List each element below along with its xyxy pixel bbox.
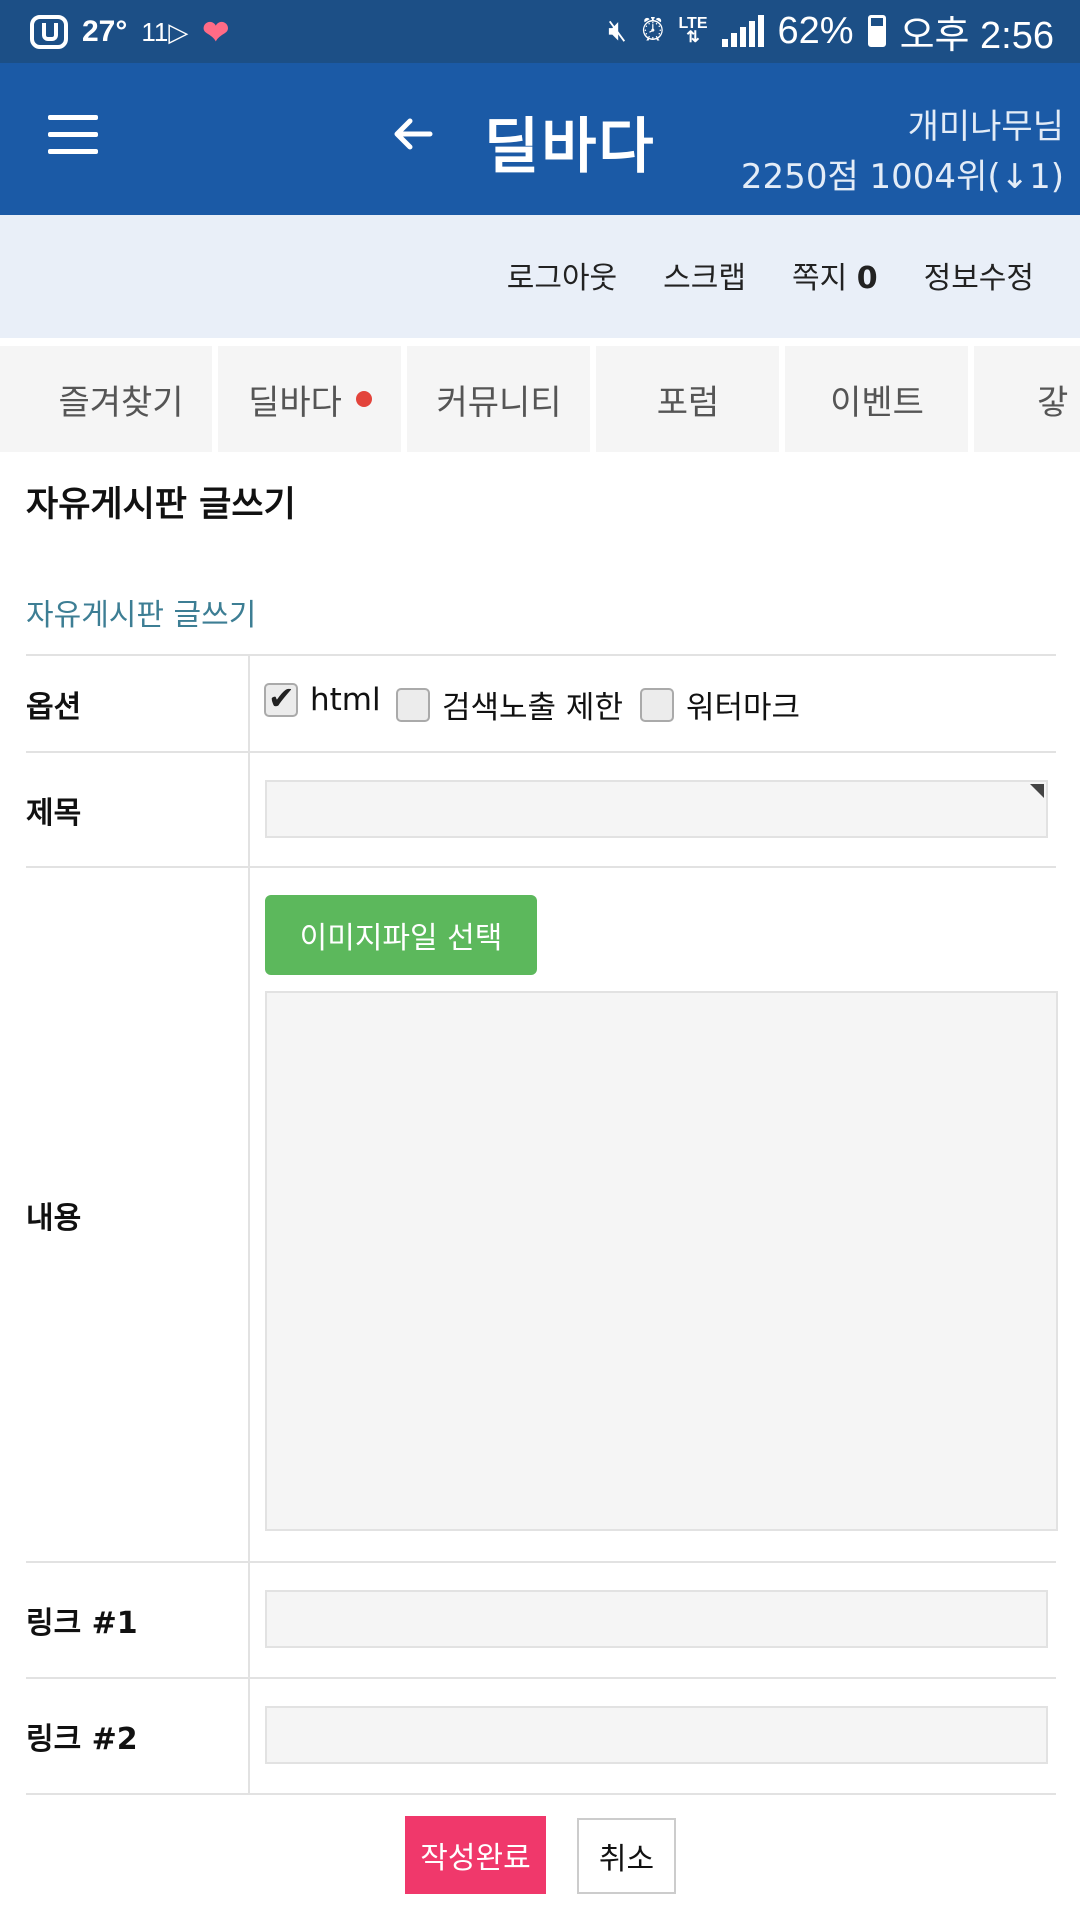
tab-label: 이벤트 <box>830 382 924 423</box>
resize-corner-icon <box>1030 784 1044 798</box>
status-bar: 27° 11▷ ❤ 🔇︎ ⏰︎ LTE ⇅ 62% 오후 2:56 <box>0 0 1080 63</box>
notification-indicator: 11▷ <box>141 16 189 47</box>
carrier-icon <box>30 15 68 49</box>
option-noindex-label: 검색노출 제한 <box>442 690 623 726</box>
new-dot-icon <box>355 391 372 407</box>
tab-favorites[interactable]: 즐겨찾기 <box>30 346 218 452</box>
image-upload-button[interactable]: 이미지파일 선택 <box>265 895 537 975</box>
option-watermark-label: 워터마크 <box>686 690 801 726</box>
link2-label: 링크 #2 <box>26 1679 250 1793</box>
arrow-left-icon[interactable] <box>388 109 438 159</box>
tab-community[interactable]: 커뮤니티 <box>408 346 596 452</box>
tab-label: 딜바다 <box>248 382 342 423</box>
write-form: 옵션 html 검색노출 제한 워터마크 제목 내용 이미지파일 선택 <box>26 654 1058 1795</box>
tab-label: 갛 <box>1037 382 1069 423</box>
link1-label: 링크 #1 <box>26 1563 250 1677</box>
options-label: 옵션 <box>26 656 250 751</box>
page-title: 자유게시판 글쓰기 <box>26 485 296 525</box>
option-html[interactable]: html <box>264 679 381 718</box>
options-row: 옵션 html 검색노출 제한 워터마크 <box>26 656 1056 753</box>
edit-profile-link[interactable]: 정보수정 <box>924 253 1034 297</box>
content-row: 내용 이미지파일 선택 <box>26 868 1058 1563</box>
message-count: 0 <box>856 261 878 296</box>
form-caption: 자유게시판 글쓰기 <box>26 598 257 633</box>
tab-event[interactable]: 이벤트 <box>786 346 974 452</box>
subject-row: 제목 <box>26 753 1056 868</box>
mute-icon: 🔇︎ <box>608 14 628 47</box>
category-tabs: 즐겨찾기 딜바다 커뮤니티 포럼 이벤트 갛 <box>0 346 1080 452</box>
option-html-label: html <box>310 682 381 718</box>
link1-input[interactable] <box>265 1590 1048 1648</box>
subject-input[interactable] <box>265 780 1048 838</box>
status-right: 🔇︎ ⏰︎ LTE ⇅ 62% 오후 2:56 <box>608 8 1054 57</box>
battery-percent: 62% <box>777 9 854 52</box>
message-link[interactable]: 쪽지 0 <box>792 253 878 297</box>
content-textarea[interactable] <box>265 991 1058 1531</box>
tab-forum[interactable]: 포럼 <box>597 346 785 452</box>
status-left: 27° 11▷ ❤ <box>30 10 229 54</box>
link1-row: 링크 #1 <box>26 1563 1056 1679</box>
submit-button[interactable]: 작성완료 <box>405 1816 546 1894</box>
network-type: LTE ⇅ <box>678 15 708 46</box>
option-watermark[interactable]: 워터마크 <box>640 682 800 727</box>
message-label: 쪽지 <box>791 261 848 296</box>
tab-dealbada[interactable]: 딜바다 <box>219 346 407 452</box>
clock: 오후 2:56 <box>899 14 1054 57</box>
signal-icon <box>721 15 764 47</box>
user-rank: 2250점 1004위(↓1) <box>740 157 1064 197</box>
tab-label: 즐겨찾기 <box>58 382 184 423</box>
cancel-button[interactable]: 취소 <box>577 1818 676 1894</box>
logout-link[interactable]: 로그아웃 <box>507 253 617 297</box>
user-links-bar: 로그아웃 스크랩 쪽지 0 정보수정 <box>0 215 1080 338</box>
watermark-checkbox[interactable] <box>640 687 674 722</box>
subject-label: 제목 <box>26 753 250 866</box>
link2-input[interactable] <box>265 1706 1048 1764</box>
content-label: 내용 <box>26 868 250 1561</box>
site-title[interactable]: 딜바다 <box>484 98 656 185</box>
weather-temperature: 27° <box>82 15 128 48</box>
battery-icon <box>867 15 886 47</box>
tab-more[interactable]: 갛 <box>975 346 1080 452</box>
noindex-checkbox[interactable] <box>396 687 430 722</box>
option-noindex[interactable]: 검색노출 제한 <box>396 682 623 727</box>
app-header: 딜바다 개미나무님 2250점 1004위(↓1) <box>0 63 1080 215</box>
tab-label: 포럼 <box>656 382 720 423</box>
link2-row: 링크 #2 <box>26 1679 1056 1795</box>
user-name[interactable]: 개미나무님 <box>908 99 1064 148</box>
hamburger-icon[interactable] <box>48 115 98 155</box>
scrap-link[interactable]: 스크랩 <box>663 253 746 297</box>
alarm-icon: ⏰︎ <box>641 14 665 47</box>
user-links: 로그아웃 스크랩 쪽지 0 정보수정 <box>507 253 1034 297</box>
tab-label: 커뮤니티 <box>436 382 562 423</box>
heart-icon: ❤ <box>202 14 230 50</box>
html-checkbox[interactable] <box>264 679 298 717</box>
